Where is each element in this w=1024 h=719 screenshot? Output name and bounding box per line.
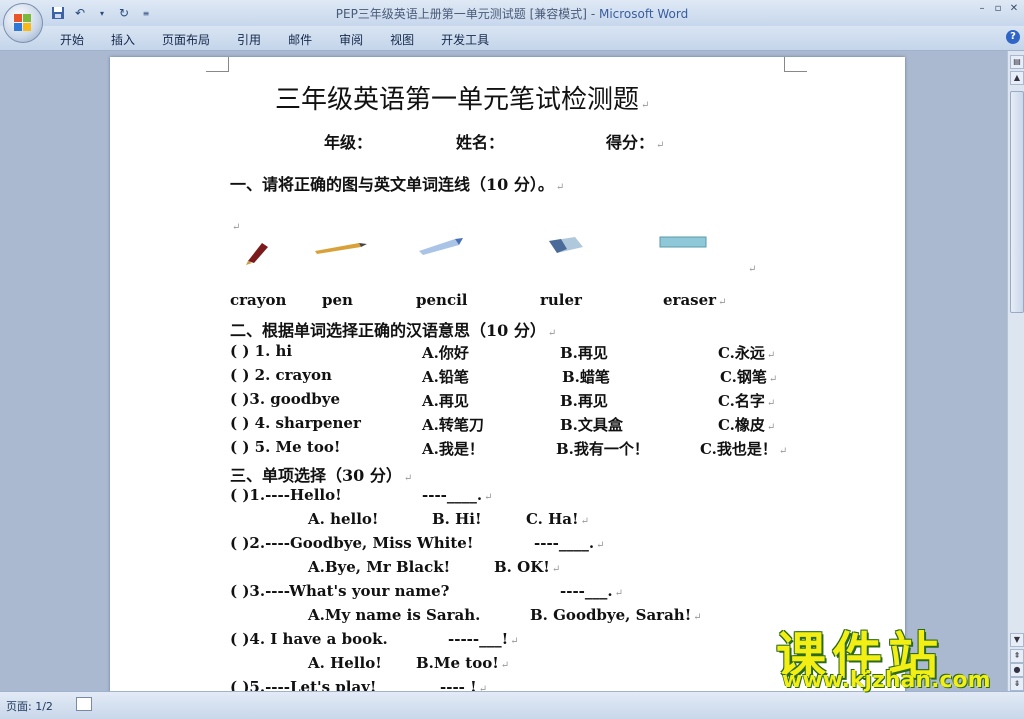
mc-answer-blank: ---- ! ↵: [440, 678, 488, 691]
previous-page-icon[interactable]: ⇞: [1010, 649, 1024, 663]
mc-option: B. Goodbye, Sarah! ↵: [530, 606, 702, 624]
tab-home[interactable]: 开始: [60, 31, 84, 48]
mc-question: ( )4. I have a book.: [230, 630, 388, 648]
word-crayon: crayon: [230, 291, 287, 309]
mc-option: B.Me too! ↵: [416, 654, 510, 672]
mc-option: A.My name is Sarah.: [308, 606, 481, 624]
mc-option: A.Bye, Mr Black!: [308, 558, 451, 576]
mc-option: B. Hi!: [432, 510, 482, 528]
restore-icon[interactable]: ▫: [992, 2, 1004, 16]
ribbon: 开始 插入 页面布局 引用 邮件 审阅 视图 开发工具 ?: [0, 26, 1024, 51]
section2-heading: 二、根据单词选择正确的汉语意思（10 分） ↵: [230, 321, 557, 340]
vocab-question: ( )3. goodbye: [230, 390, 341, 408]
ribbon-tabs: 开始 插入 页面布局 引用 邮件 审阅 视图 开发工具: [60, 31, 516, 48]
ruler-image: [659, 236, 707, 248]
office-button[interactable]: [3, 3, 43, 43]
grade-label: 年级：: [324, 133, 373, 152]
margin-corner-right: [784, 57, 807, 72]
page-indicator[interactable]: 页面: 1/2: [6, 698, 53, 714]
document-page[interactable]: 三年级英语第一单元笔试检测题 ↵ 年级： 姓名： 得分： ↵ 一、请将正确的图与英文…: [110, 57, 905, 691]
vocab-option-b: B.蜡笔: [562, 368, 610, 386]
tab-developer[interactable]: 开发工具: [441, 31, 489, 48]
vocab-option-a: A.再见: [422, 392, 469, 410]
browse-object-icon[interactable]: ●: [1010, 663, 1024, 677]
watermark-url: www.kjzhan.com: [782, 668, 991, 693]
close-icon[interactable]: ✕: [1008, 2, 1020, 16]
tab-references[interactable]: 引用: [237, 31, 261, 48]
status-bar: 页面: 1/2: [0, 691, 1024, 719]
word-pen: pen: [322, 291, 353, 309]
ruler-toggle-icon[interactable]: ▤: [1010, 55, 1024, 69]
proofing-icon[interactable]: [76, 697, 92, 711]
document-title: 三年级英语第一单元笔试检测题 ↵: [275, 85, 650, 115]
vocab-option-a: A.我是！: [422, 440, 484, 458]
vocab-question: ( ) 1. hi: [230, 342, 293, 360]
mc-answer-blank: ----____. ↵: [422, 486, 493, 504]
vocab-option-c: C.永远 ↵: [718, 344, 776, 362]
scrollbar-thumb[interactable]: [1010, 91, 1024, 313]
mc-answer-blank: ----____. ↵: [534, 534, 605, 552]
name-label: 姓名：: [456, 133, 505, 152]
vocab-question: ( ) 2. crayon: [230, 366, 332, 384]
app-name: Microsoft Word: [598, 7, 689, 21]
word-eraser: eraser ↵: [663, 291, 727, 309]
section3-heading: 三、单项选择（30 分） ↵: [230, 466, 413, 485]
mc-option: A. Hello!: [308, 654, 382, 672]
title-bar: ↶ ▾ ↻ ≡ PEP三年级英语上册第一单元测试题 [兼容模式] - Micro…: [0, 0, 1024, 26]
section1-heading: 一、请将正确的图与英文单词连线（10 分）。 ↵: [230, 175, 565, 194]
help-icon[interactable]: ?: [1006, 30, 1020, 44]
sharpener-image: [549, 237, 583, 253]
vocab-question: ( ) 4. sharpener: [230, 414, 361, 432]
mc-question: ( )3.----What's your name?: [230, 582, 450, 600]
score-label: 得分： ↵: [606, 133, 665, 152]
tab-mailings[interactable]: 邮件: [288, 31, 312, 48]
mc-option: C. Ha! ↵: [526, 510, 589, 528]
paragraph-mark: ↵: [748, 264, 757, 275]
vocab-option-a: A.你好: [422, 344, 469, 362]
scroll-down-icon[interactable]: ▼: [1010, 633, 1024, 647]
window-title: PEP三年级英语上册第一单元测试题 [兼容模式] - Microsoft Wor…: [335, 7, 689, 21]
document-name: PEP三年级英语上册第一单元测试题 [兼容模式]: [335, 7, 587, 21]
mc-answer-blank: ----___. ↵: [560, 582, 624, 600]
mc-answer-blank: -----___! ↵: [448, 630, 519, 648]
vocab-option-b: B.文具盒: [560, 416, 623, 434]
word-pencil: pencil: [416, 291, 468, 309]
next-page-icon[interactable]: ⇟: [1010, 677, 1024, 691]
vocab-option-a: A.转笔刀: [422, 416, 484, 434]
tab-review[interactable]: 审阅: [339, 31, 363, 48]
mc-question: ( )5.----Let's play!: [230, 678, 377, 691]
scroll-up-icon[interactable]: ▲: [1010, 71, 1024, 85]
vocab-option-a: A.铅笔: [422, 368, 469, 386]
vocab-option-c: C.钢笔 ↵: [720, 368, 778, 386]
mc-option: B. OK! ↵: [494, 558, 561, 576]
pencil-image: [315, 243, 367, 254]
vocab-option-c: C.名字 ↵: [718, 392, 776, 410]
vertical-scrollbar[interactable]: ▤ ▲ ▼ ⇞ ● ⇟: [1007, 51, 1024, 691]
paragraph-mark: ↵: [232, 222, 241, 233]
mc-question: ( )2.----Goodbye, Miss White!: [230, 534, 474, 552]
minimize-icon[interactable]: –: [976, 2, 988, 16]
tab-view[interactable]: 视图: [390, 31, 414, 48]
vocab-option-b: B.再见: [560, 392, 608, 410]
vocab-option-b: B.再见: [560, 344, 608, 362]
office-logo-icon: [14, 14, 32, 32]
window-controls: – ▫ ✕: [976, 2, 1020, 16]
tab-page-layout[interactable]: 页面布局: [162, 31, 210, 48]
mc-question: ( )1.----Hello!: [230, 486, 342, 504]
tab-insert[interactable]: 插入: [111, 31, 135, 48]
vocab-option-b: B.我有一个！: [556, 440, 649, 458]
margin-corner-left: [206, 57, 229, 72]
mc-option: A. hello!: [308, 510, 379, 528]
word-ruler: ruler: [540, 291, 582, 309]
vocab-question: ( ) 5. Me too!: [230, 438, 341, 456]
vocab-option-c: C.橡皮 ↵: [718, 416, 776, 434]
crayon-image: [419, 238, 463, 255]
pen-image: [246, 243, 268, 265]
vocab-option-c: C.我也是！ ↵: [700, 440, 788, 458]
document-area: 三年级英语第一单元笔试检测题 ↵ 年级： 姓名： 得分： ↵ 一、请将正确的图与英文…: [0, 51, 1007, 691]
